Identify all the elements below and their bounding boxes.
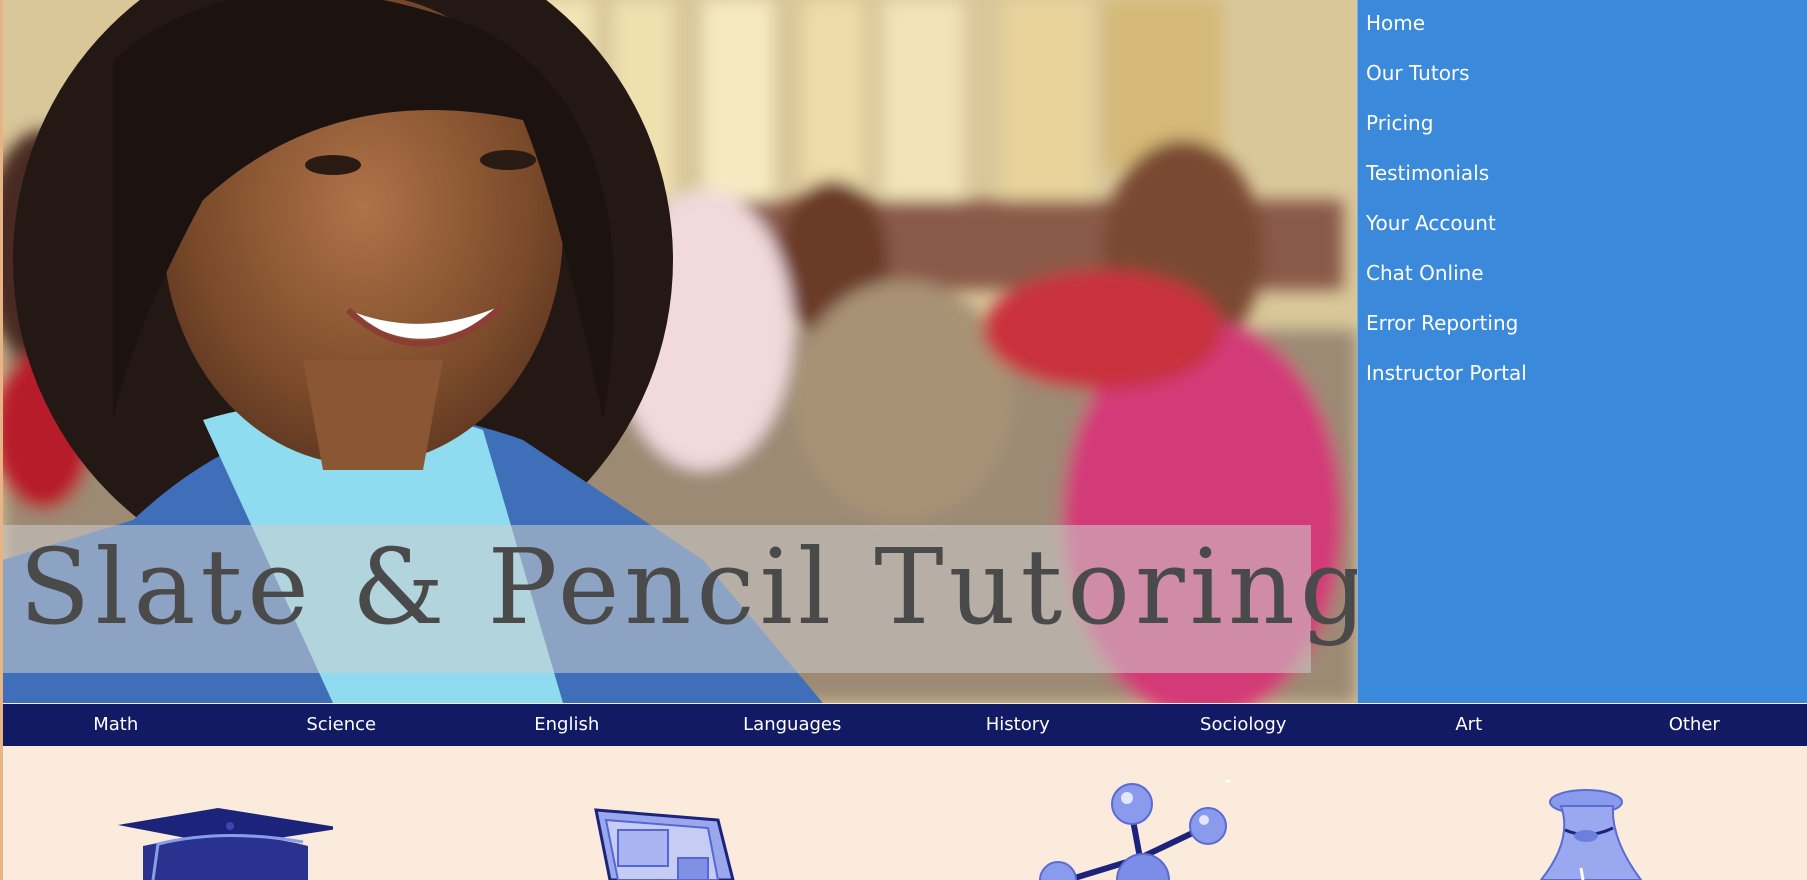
subject-art[interactable]: Art [1356, 704, 1582, 746]
nav-item-error-reporting[interactable]: Error Reporting [1358, 310, 1807, 360]
subject-science[interactable]: Science [229, 704, 455, 746]
computer-monitor-icon [588, 780, 808, 880]
nav-item-our-tutors[interactable]: Our Tutors [1358, 60, 1807, 110]
subject-bar: Math Science English Languages History S… [3, 704, 1807, 746]
nav-item-pricing[interactable]: Pricing [1358, 110, 1807, 160]
subject-math[interactable]: Math [3, 704, 229, 746]
graduation-cap-icon [113, 780, 345, 880]
money-bag-icon [1513, 780, 1733, 880]
page: Slate & Pencil Tutoring Home Our Tutors … [3, 0, 1807, 880]
nav-item-home[interactable]: Home [1358, 10, 1807, 60]
subject-english[interactable]: English [454, 704, 680, 746]
molecule-icon [1028, 777, 1248, 880]
nav-item-instructor-portal[interactable]: Instructor Portal [1358, 360, 1807, 410]
side-navigation: Home Our Tutors Pricing Testimonials You… [1357, 0, 1807, 703]
nav-item-your-account[interactable]: Your Account [1358, 210, 1807, 260]
nav-item-testimonials[interactable]: Testimonials [1358, 160, 1807, 210]
nav-item-chat-online[interactable]: Chat Online [1358, 260, 1807, 310]
subject-history[interactable]: History [905, 704, 1131, 746]
subject-languages[interactable]: Languages [680, 704, 906, 746]
site-title: Slate & Pencil Tutoring [19, 526, 1357, 648]
subject-other[interactable]: Other [1582, 704, 1807, 746]
subject-sociology[interactable]: Sociology [1131, 704, 1357, 746]
hero-banner: Slate & Pencil Tutoring [3, 0, 1357, 703]
side-nav-list: Home Our Tutors Pricing Testimonials You… [1358, 0, 1807, 410]
